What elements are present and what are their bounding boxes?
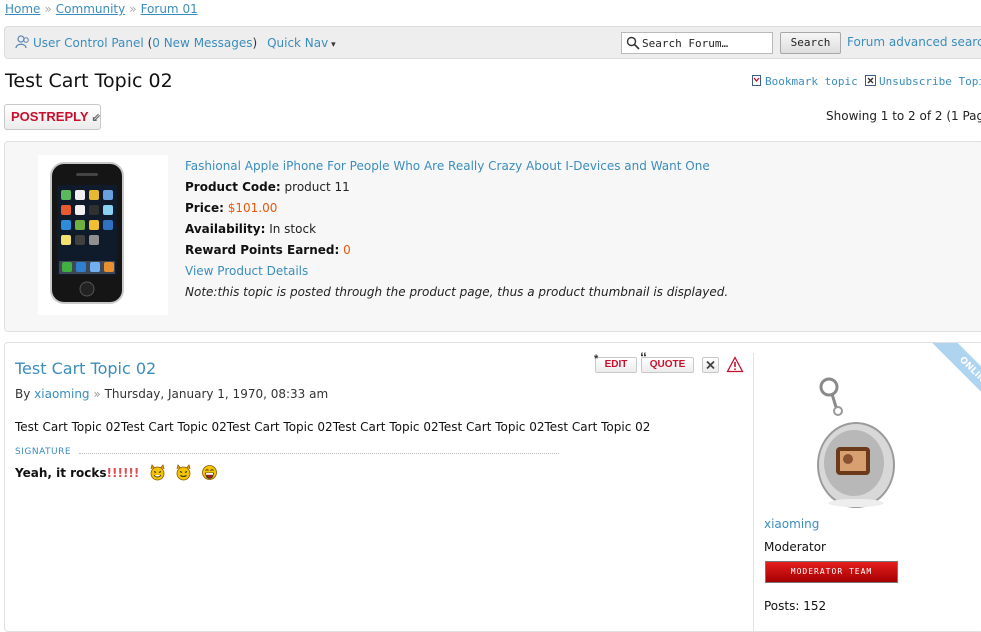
quote-button[interactable]: “QUOTE bbox=[640, 350, 694, 373]
availability-label: Availability: bbox=[185, 222, 266, 236]
post-by-label: By bbox=[15, 387, 31, 401]
keychain-avatar-icon bbox=[817, 377, 895, 508]
signature-divider bbox=[79, 453, 559, 454]
search-box bbox=[621, 32, 773, 54]
signature-label: SIGNATURE bbox=[15, 447, 72, 457]
unsubscribe-label: Unsubscribe Topic bbox=[879, 75, 981, 88]
price-row: Price: $101.00 bbox=[185, 198, 728, 219]
product-panel: Fashional Apple iPhone For People Who Ar… bbox=[4, 141, 981, 332]
breadcrumb: Home » Community » Forum 01 bbox=[5, 2, 198, 16]
reward-row: Reward Points Earned: 0 bbox=[185, 240, 728, 261]
product-code-label: Product Code: bbox=[185, 180, 281, 194]
close-icon bbox=[706, 360, 715, 370]
delete-post-button[interactable] bbox=[702, 357, 719, 373]
post-author-link[interactable]: xiaoming bbox=[34, 387, 89, 401]
bookmark-label: Bookmark topic bbox=[765, 75, 858, 88]
availability-row: Availability: In stock bbox=[185, 219, 728, 240]
reply-arrow-icon: ⇙ bbox=[91, 112, 101, 124]
quote-label: QUOTE bbox=[649, 359, 686, 370]
product-thumbnail[interactable] bbox=[38, 155, 168, 315]
unsubscribe-icon bbox=[865, 75, 876, 86]
product-code-row: Product Code: product 11 bbox=[185, 177, 728, 198]
product-code-value: product 11 bbox=[284, 180, 350, 194]
quick-nav-dropdown[interactable]: Quick Nav ▾ bbox=[267, 36, 336, 50]
reward-value: 0 bbox=[343, 243, 351, 257]
pagination-summary: Showing 1 to 2 of 2 (1 Pages) bbox=[826, 109, 981, 123]
username-link[interactable]: xiaoming bbox=[764, 517, 819, 531]
page-title: Test Cart Topic 02 bbox=[5, 70, 173, 92]
breadcrumb-forum[interactable]: Forum 01 bbox=[141, 2, 198, 16]
user-post-count: Posts: 152 bbox=[764, 599, 827, 613]
post-title: Test Cart Topic 02 bbox=[15, 359, 157, 378]
product-note: Note:this topic is posted through the pr… bbox=[185, 285, 729, 299]
search-icon bbox=[626, 36, 640, 50]
users-icon bbox=[15, 35, 29, 49]
user-role: Moderator bbox=[764, 540, 826, 554]
ucp-link[interactable]: User Control Panel bbox=[33, 36, 144, 50]
devil-smiley-icon bbox=[176, 464, 191, 481]
warning-icon bbox=[726, 356, 744, 373]
breadcrumb-separator: » bbox=[44, 2, 52, 16]
devil-smiley-icon bbox=[150, 464, 164, 481]
post-reply-button[interactable]: POSTREPLY ⇙ bbox=[4, 104, 101, 130]
quote-mark-icon: “ bbox=[640, 349, 647, 365]
reward-label: Reward Points Earned: bbox=[185, 243, 340, 257]
online-status-ribbon: ONLINE bbox=[925, 343, 981, 421]
price-label: Price: bbox=[185, 201, 224, 215]
signature-bangs: !!!!!! bbox=[106, 466, 140, 480]
edit-star-icon: * bbox=[594, 353, 599, 365]
breadcrumb-community[interactable]: Community bbox=[56, 2, 125, 16]
search-button[interactable]: Search bbox=[780, 32, 841, 54]
edit-button[interactable]: * EDIT bbox=[594, 353, 637, 373]
quick-nav-label: Quick Nav bbox=[267, 36, 329, 50]
search-input[interactable] bbox=[642, 34, 770, 52]
report-post-button[interactable] bbox=[726, 356, 744, 373]
post: Test Cart Topic 02 * EDIT “QUOTE By xiaom… bbox=[4, 342, 981, 632]
post-reply-label: POSTREPLY bbox=[11, 109, 89, 124]
phone-icon bbox=[50, 162, 124, 304]
post-body: Test Cart Topic 02Test Cart Topic 02Test… bbox=[15, 420, 651, 434]
ucp-paren-close: ) bbox=[252, 36, 258, 50]
laughing-smiley-icon bbox=[202, 465, 217, 480]
user-control-panel: User Control Panel (0 New Messages) Quic… bbox=[15, 35, 336, 50]
post-date-separator: » bbox=[93, 387, 101, 401]
post-meta: By xiaoming » Thursday, January 1, 1970,… bbox=[15, 387, 328, 401]
breadcrumb-home[interactable]: Home bbox=[5, 2, 40, 16]
product-name-link[interactable]: Fashional Apple iPhone For People Who Ar… bbox=[185, 156, 728, 177]
view-product-details-link[interactable]: View Product Details bbox=[185, 261, 728, 282]
advanced-search-link[interactable]: Forum advanced search bbox=[847, 35, 981, 49]
moderator-team-badge: MODERATOR TEAM bbox=[765, 561, 898, 583]
forum-navbar: User Control Panel (0 New Messages) Quic… bbox=[4, 26, 981, 59]
unsubscribe-topic-link[interactable]: Unsubscribe Topic bbox=[865, 75, 981, 88]
bookmark-topic-link[interactable]: Bookmark topic bbox=[751, 75, 858, 88]
signature-text: Yeah, it rocks bbox=[15, 466, 107, 480]
signature: Yeah, it rocks!!!!!! bbox=[15, 464, 218, 481]
user-sidebar: ONLINE xiaoming Moderator MODERATOR TEAM… bbox=[753, 343, 981, 631]
product-info: Fashional Apple iPhone For People Who Ar… bbox=[185, 156, 728, 303]
post-date: Thursday, January 1, 1970, 08:33 am bbox=[104, 387, 329, 401]
avatar[interactable] bbox=[784, 363, 914, 513]
availability-value: In stock bbox=[269, 222, 317, 236]
price-value: $101.00 bbox=[227, 201, 278, 215]
new-messages-link[interactable]: 0 New Messages bbox=[152, 36, 252, 50]
edit-label: EDIT bbox=[604, 359, 628, 370]
bookmark-icon bbox=[752, 75, 761, 86]
breadcrumb-separator: » bbox=[129, 2, 137, 16]
chevron-down-icon: ▾ bbox=[328, 40, 336, 50]
